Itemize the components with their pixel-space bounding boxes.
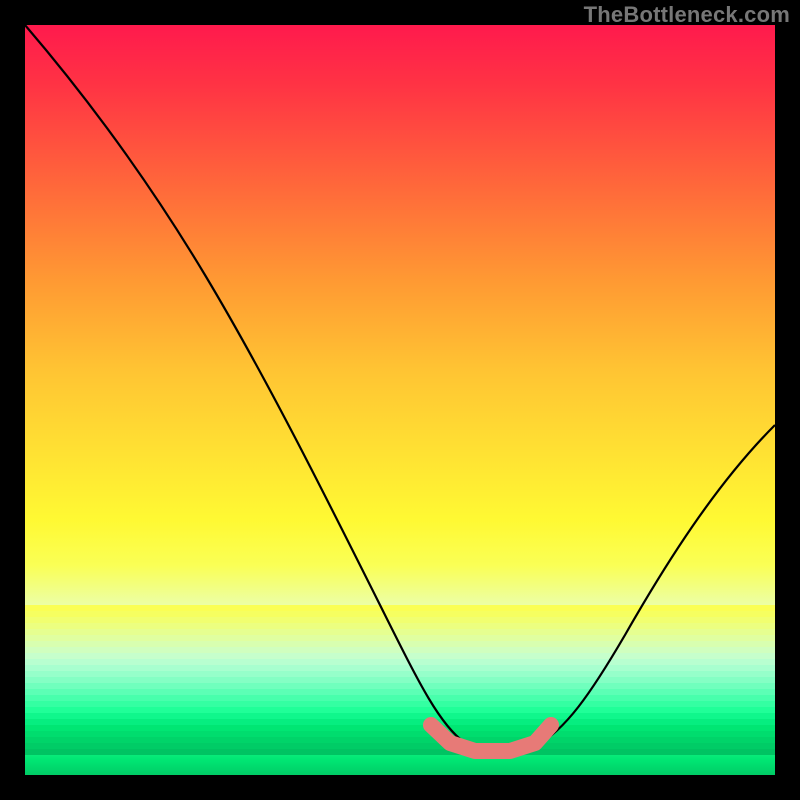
watermark-text: TheBottleneck.com bbox=[584, 2, 790, 28]
gradient-background bbox=[25, 25, 775, 775]
chart-container: TheBottleneck.com bbox=[0, 0, 800, 800]
